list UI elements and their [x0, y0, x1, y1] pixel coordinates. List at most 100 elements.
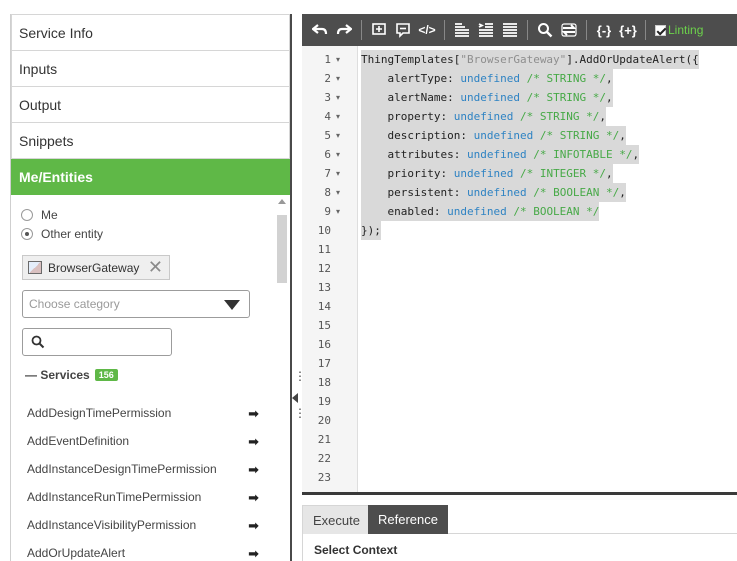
- scroll-thumb[interactable]: [277, 215, 287, 283]
- services-label: Services: [40, 368, 90, 382]
- fold-marker-icon[interactable]: ▾: [336, 55, 340, 64]
- code-line: persistent: undefined /* BOOLEAN */,: [361, 183, 626, 202]
- redo-icon[interactable]: [332, 18, 356, 42]
- code-line: description: undefined /* STRING */,: [361, 126, 626, 145]
- accordion-inputs[interactable]: Inputs: [11, 51, 290, 87]
- radio-me[interactable]: Me: [21, 208, 58, 222]
- collapse-icon[interactable]: —: [25, 368, 40, 382]
- line-number: 12: [317, 262, 331, 275]
- undo-icon[interactable]: [308, 18, 332, 42]
- code-line: attributes: undefined /* INFOTABLE */,: [361, 145, 640, 164]
- radio-other-entity[interactable]: Other entity: [21, 227, 103, 241]
- splitter-line: [290, 14, 292, 561]
- fold-marker-icon[interactable]: ▾: [336, 93, 340, 102]
- collapse-left-icon[interactable]: [292, 393, 298, 403]
- radio-me-dot[interactable]: [21, 209, 33, 221]
- line-number: 16: [317, 338, 331, 351]
- service-item[interactable]: AddInstanceVisibilityPermission ➡: [27, 518, 259, 534]
- insert-arrow-icon[interactable]: ➡: [248, 490, 259, 506]
- category-select[interactable]: Choose category: [22, 290, 250, 318]
- fold-icon[interactable]: {-}: [592, 18, 616, 42]
- line-number: 6: [324, 148, 331, 161]
- scroll-up-icon[interactable]: [278, 199, 286, 204]
- service-item-label: AddOrUpdateAlert: [27, 546, 126, 560]
- code-line: });: [361, 221, 381, 240]
- services-header[interactable]: — Services 156: [25, 368, 118, 382]
- comment-icon[interactable]: [391, 18, 415, 42]
- service-item[interactable]: AddEventDefinition ➡: [27, 434, 259, 450]
- line-number: 17: [317, 357, 331, 370]
- line-number: 5: [324, 129, 331, 142]
- service-item-label: AddInstanceVisibilityPermission: [27, 518, 197, 532]
- insert-arrow-icon[interactable]: ➡: [248, 462, 259, 478]
- tab-execute[interactable]: Execute: [302, 505, 371, 534]
- fold-marker-icon[interactable]: ▾: [336, 150, 340, 159]
- fold-marker-icon[interactable]: ▾: [336, 188, 340, 197]
- accordion-service-info[interactable]: Service Info: [11, 14, 290, 51]
- line-number: 3: [324, 91, 331, 104]
- justify-icon[interactable]: [498, 18, 522, 42]
- insert-arrow-icon[interactable]: ➡: [248, 518, 259, 534]
- line-number: 14: [317, 300, 331, 313]
- service-item[interactable]: AddInstanceRunTimePermission ➡: [27, 490, 259, 506]
- panel-splitter[interactable]: ⋮ ⋮: [290, 14, 306, 561]
- code-editor[interactable]: ThingTemplates["BrowserGateway"].AddOrUp…: [358, 46, 737, 492]
- radio-me-label: Me: [41, 208, 58, 222]
- line-number: 4: [324, 110, 331, 123]
- toolbar-divider: [527, 20, 528, 40]
- line-number: 13: [317, 281, 331, 294]
- services-count-badge: 156: [94, 369, 118, 381]
- radio-other-entity-dot[interactable]: [21, 228, 33, 240]
- insert-arrow-icon[interactable]: ➡: [248, 406, 259, 422]
- fold-marker-icon[interactable]: ▾: [336, 112, 340, 121]
- code-line: alertName: undefined /* STRING */,: [361, 88, 613, 107]
- fold-marker-icon[interactable]: ▾: [336, 131, 340, 140]
- accordion-output[interactable]: Output: [11, 87, 290, 123]
- line-number: 21: [317, 433, 331, 446]
- remove-entity-icon[interactable]: ✕: [148, 258, 163, 276]
- thing-template-icon: [28, 261, 42, 274]
- line-number: 18: [317, 376, 331, 389]
- accordion-snippets[interactable]: Snippets: [11, 123, 290, 159]
- indent-icon[interactable]: [474, 18, 498, 42]
- add-comment-icon[interactable]: [367, 18, 391, 42]
- service-item[interactable]: AddOrUpdateAlert ➡: [27, 546, 259, 561]
- entities-scrollbar[interactable]: [276, 199, 288, 561]
- search-icon[interactable]: [533, 18, 557, 42]
- code-line: alertType: undefined /* STRING */,: [361, 69, 613, 88]
- code-line: property: undefined /* STRING */,: [361, 107, 607, 126]
- replace-icon[interactable]: [557, 18, 581, 42]
- line-number: 7: [324, 167, 331, 180]
- code-line: ThingTemplates["BrowserGateway"].AddOrUp…: [361, 50, 699, 69]
- dropdown-arrow-icon[interactable]: [224, 300, 240, 310]
- toolbar-divider: [444, 20, 445, 40]
- line-number: 22: [317, 452, 331, 465]
- service-item[interactable]: AddInstanceDesignTimePermission ➡: [27, 462, 259, 478]
- toolbar-divider: [586, 20, 587, 40]
- fold-marker-icon[interactable]: ▾: [336, 169, 340, 178]
- entities-panel: Me Other entity BrowserGateway ✕ Choose …: [11, 195, 291, 561]
- code-line: enabled: undefined /* BOOLEAN */: [361, 202, 600, 221]
- editor-toolbar: </> {-} {+} Linting: [302, 14, 737, 46]
- line-number: 8: [324, 186, 331, 199]
- insert-arrow-icon[interactable]: ➡: [248, 434, 259, 450]
- linting-checkbox[interactable]: [655, 24, 666, 36]
- accordion-me-entities[interactable]: Me/Entities: [11, 159, 290, 195]
- line-number: 1: [324, 53, 331, 66]
- selected-entity-label: BrowserGateway: [48, 260, 140, 275]
- service-search-input[interactable]: [22, 328, 172, 356]
- code-icon[interactable]: </>: [415, 18, 439, 42]
- align-left-icon[interactable]: [450, 18, 474, 42]
- service-item-label: AddEventDefinition: [27, 434, 130, 448]
- tab-reference[interactable]: Reference: [368, 505, 448, 534]
- unfold-icon[interactable]: {+}: [616, 18, 640, 42]
- toolbar-divider: [361, 20, 362, 40]
- linting-toggle[interactable]: Linting: [655, 23, 703, 37]
- line-number: 2: [324, 72, 331, 85]
- service-item[interactable]: AddDesignTimePermission ➡: [27, 406, 259, 422]
- editor-horizontal-scrollbar[interactable]: [302, 492, 737, 495]
- insert-arrow-icon[interactable]: ➡: [248, 546, 259, 561]
- line-number-gutter: 1 ▾ 2 ▾ 3 ▾ 4 ▾ 5 ▾ 6 ▾ 7 ▾ 8 ▾ 9 ▾ 10 11 12 13 14 15 16 17 18 19 20…: [302, 46, 358, 492]
- fold-marker-icon[interactable]: ▾: [336, 74, 340, 83]
- fold-marker-icon[interactable]: ▾: [336, 207, 340, 216]
